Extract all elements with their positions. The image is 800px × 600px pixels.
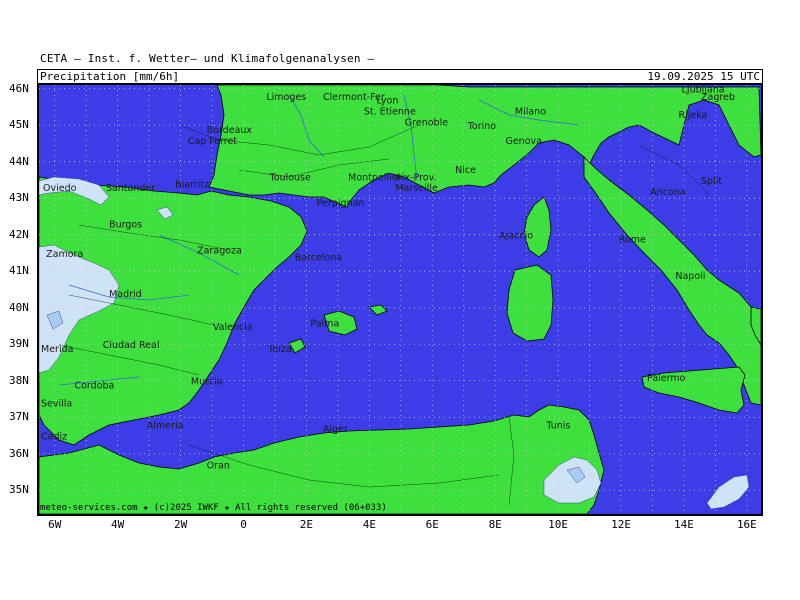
city-label: Montpellier [348, 172, 401, 183]
city-label: Rome [619, 234, 646, 245]
lat-tick-label: 37N [9, 410, 29, 424]
city-label: Split [701, 176, 722, 187]
city-label: Marseille [395, 183, 438, 194]
lat-tick-label: 35N [9, 483, 29, 497]
lat-tick-label: 40N [9, 300, 29, 314]
city-label: Cadiz [41, 432, 67, 443]
city-label: Biarritz [175, 180, 209, 191]
city-label: Santander [106, 183, 155, 194]
city-label: Cap Ferret [188, 136, 238, 147]
copyright-footer: meteo-services.com ★ (c)2025 IWKF ★ All … [40, 503, 387, 513]
city-label: Genova [505, 136, 541, 147]
city-label: Bordeaux [207, 125, 253, 136]
lat-tick-label: 43N [9, 191, 29, 205]
city-label: Valencia [213, 322, 253, 333]
lon-tick-label: 0 [240, 518, 247, 531]
city-label: Burgos [109, 220, 142, 231]
source-title: CETA — Inst. f. Wetter— und Klimafolgena… [40, 52, 375, 65]
lon-tick-label: 16E [736, 518, 757, 531]
lon-tick-label: 2W [173, 518, 188, 531]
lat-tick-label: 46N [9, 81, 29, 95]
city-label: Limoges [266, 92, 306, 103]
lon-tick-label: 2E [299, 518, 314, 531]
lon-tick-label: 12E [611, 518, 631, 531]
city-label: Murcia [191, 377, 223, 388]
title-bar: Precipitation [mm/6h] 19.09.2025 15 UTC [37, 69, 763, 83]
lon-tick-label: 4E [362, 518, 376, 531]
lon-tick-label: 10E [548, 518, 569, 531]
city-label: Almeria [147, 421, 184, 432]
city-label: Palermo [647, 373, 686, 384]
city-label: Grenoble [405, 118, 448, 129]
city-label: Milano [515, 107, 546, 118]
city-label: Madrid [109, 289, 142, 300]
city-label: Zaragoza [197, 245, 242, 256]
lat-tick-label: 36N [9, 446, 29, 460]
lon-tick-label: 4W [111, 518, 125, 531]
city-label: Perpignan [317, 198, 365, 209]
lat-tick-label: 45N [9, 118, 29, 132]
city-label: Palma [310, 318, 339, 329]
lon-tick-label: 6E [425, 518, 439, 531]
city-label: Oviedo [43, 183, 77, 194]
lat-tick-label: 42N [9, 227, 29, 241]
city-label: Zagreb [701, 92, 735, 103]
lon-tick-label: 6W [48, 518, 62, 531]
variable-label: Precipitation [mm/6h] [40, 70, 180, 83]
lon-tick-label: 14E [674, 518, 694, 531]
city-label: Sevilla [41, 399, 72, 410]
city-label: Rijeka [679, 110, 708, 121]
land-sardinia [506, 264, 554, 342]
valid-time: 19.09.2025 15 UTC [647, 70, 760, 83]
city-label: Barcelona [295, 253, 342, 264]
city-label: Oran [207, 461, 230, 472]
city-label: Tunis [545, 421, 570, 432]
city-label: Nice [455, 165, 476, 176]
lat-tick-label: 39N [9, 337, 29, 351]
lat-tick-label: 41N [9, 264, 29, 278]
map-panel: Clermont-Fer. Ljubljana Zagreb Limoges Lyon S… [37, 83, 763, 516]
city-label: Toulouse [269, 172, 311, 183]
city-label: Napoli [675, 271, 705, 282]
city-label: Alger [323, 424, 348, 435]
city-label: Cordoba [74, 380, 114, 391]
lon-tick-label: 8E [488, 518, 502, 531]
precipitation-map: Clermont-Fer.LjubljanaZagrebLimoges LyonS… [39, 85, 761, 514]
city-label: Ancona [650, 187, 685, 198]
city-label: Lyon [376, 96, 398, 107]
lat-tick-label: 44N [9, 154, 29, 168]
city-label: Zamora [46, 249, 83, 260]
city-label: Merida [41, 344, 73, 355]
city-label: Ajaccio [499, 231, 533, 242]
city-label: Ciudad Real [103, 340, 160, 351]
city-label: Torino [467, 121, 497, 132]
city-label: Ibiza [270, 344, 292, 355]
lat-tick-label: 38N [9, 373, 29, 387]
city-label: Aix-Prov. [395, 172, 436, 183]
city-label: St. Etienne [364, 107, 416, 118]
